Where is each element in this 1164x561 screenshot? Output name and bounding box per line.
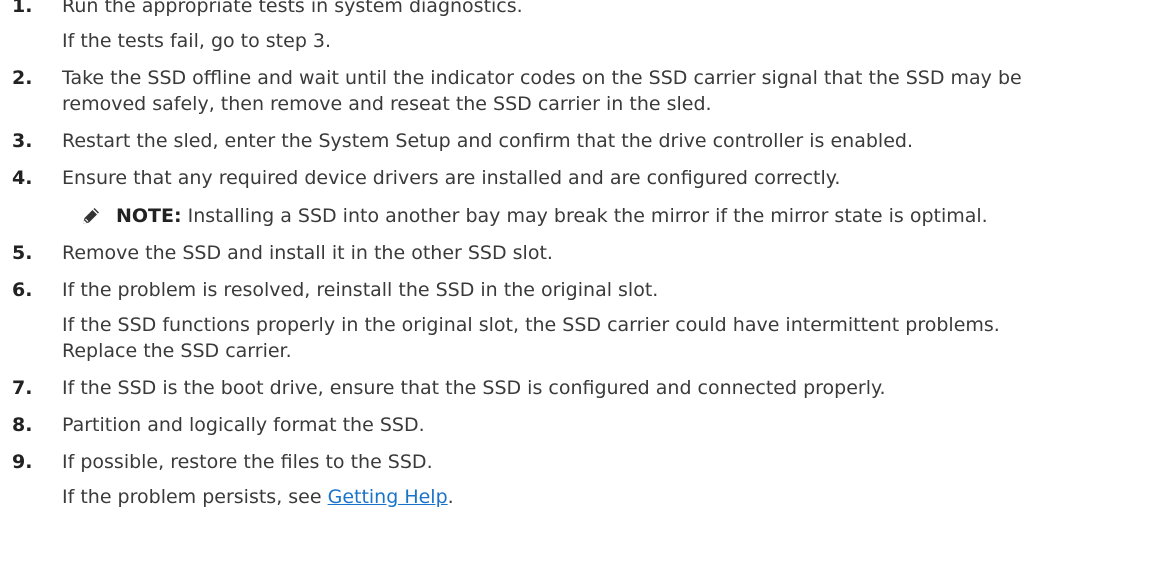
step-6: 6. If the problem is resolved, reinstall… bbox=[0, 277, 1164, 364]
step-number: 7. bbox=[12, 377, 33, 399]
step-subtext-line-1: If the SSD functions properly in the ori… bbox=[62, 314, 1000, 336]
pencil-note-icon bbox=[83, 208, 99, 224]
subtext-suffix: . bbox=[447, 486, 454, 508]
step-number: 6. bbox=[12, 279, 33, 301]
step-subtext: If the tests fail, go to step 3. bbox=[62, 30, 332, 52]
step-4: 4. Ensure that any required device drive… bbox=[0, 165, 1164, 191]
step-text: Run the appropriate tests in system diag… bbox=[62, 0, 523, 17]
step-number: 5. bbox=[12, 242, 33, 264]
getting-help-link[interactable]: Getting Help bbox=[328, 486, 448, 508]
step-number: 2. bbox=[12, 67, 33, 89]
procedure-steps: 1. Run the appropriate tests in system d… bbox=[0, 0, 1164, 510]
step-2: 2. Take the SSD offline and wait until t… bbox=[0, 65, 1164, 117]
subtext-prefix: If the problem persists, see bbox=[62, 486, 328, 508]
step-number: 3. bbox=[12, 130, 33, 152]
step-subtext: If the problem persists, see Getting Hel… bbox=[62, 484, 1134, 510]
step-text: Ensure that any required device drivers … bbox=[62, 167, 841, 189]
step-1: 1. Run the appropriate tests in system d… bbox=[0, 0, 1164, 54]
step-8: 8. Partition and logically format the SS… bbox=[0, 412, 1164, 438]
step-number: 1. bbox=[12, 0, 33, 17]
step-text: Remove the SSD and install it in the oth… bbox=[62, 242, 553, 264]
step-number: 9. bbox=[12, 451, 33, 473]
step-subtext-line-2: Replace the SSD carrier. bbox=[62, 340, 292, 362]
step-9: 9. If possible, restore the files to the… bbox=[0, 449, 1164, 510]
step-3: 3. Restart the sled, enter the System Se… bbox=[0, 128, 1164, 154]
note-label: NOTE: bbox=[116, 205, 182, 227]
step-text: If possible, restore the files to the SS… bbox=[62, 451, 433, 473]
step-number: 4. bbox=[12, 167, 33, 189]
step-text-line-2: removed safely, then remove and reseat t… bbox=[62, 93, 712, 115]
step-5: 5. Remove the SSD and install it in the … bbox=[0, 240, 1164, 266]
step-7: 7. If the SSD is the boot drive, ensure … bbox=[0, 375, 1164, 401]
note: NOTE: Installing a SSD into another bay … bbox=[80, 203, 1164, 229]
note-text: Installing a SSD into another bay may br… bbox=[187, 205, 988, 227]
step-text: If the SSD is the boot drive, ensure tha… bbox=[62, 377, 886, 399]
step-text: Partition and logically format the SSD. bbox=[62, 414, 425, 436]
step-number: 8. bbox=[12, 414, 33, 436]
step-text-line-1: Take the SSD offline and wait until the … bbox=[62, 67, 1022, 89]
step-text: Restart the sled, enter the System Setup… bbox=[62, 130, 913, 152]
step-text: If the problem is resolved, reinstall th… bbox=[62, 279, 659, 301]
